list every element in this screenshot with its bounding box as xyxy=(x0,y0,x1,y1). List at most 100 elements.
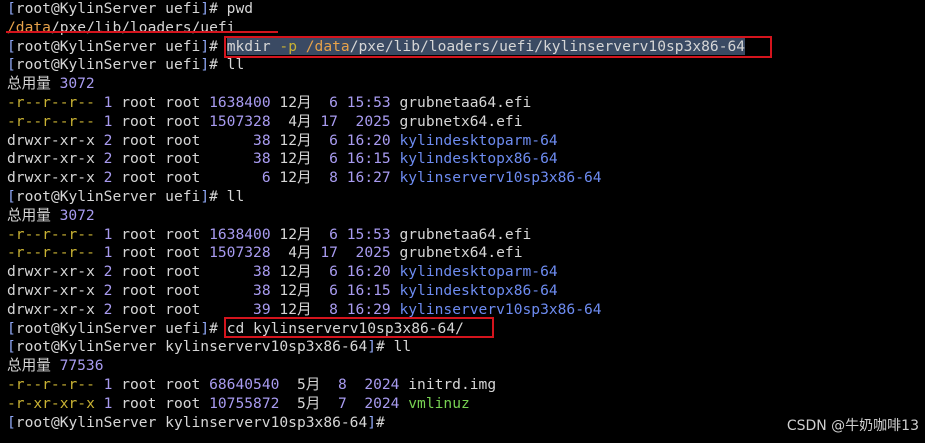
terminal-text-segment: 3072 xyxy=(59,206,95,224)
terminal-line: [root@KylinServer uefi]# ll xyxy=(7,188,745,207)
terminal-line: 总用量 3072 xyxy=(7,207,745,226)
terminal-text-segment: 6 xyxy=(329,93,338,111)
terminal-text-segment: 38 xyxy=(253,131,271,149)
terminal-text-segment: [ xyxy=(7,187,16,205)
cd-command-highlight xyxy=(224,317,494,338)
terminal-text-segment: root@KylinServer uefi xyxy=(15,187,201,205)
terminal-text-segment: grubnetx64.efi xyxy=(390,244,523,262)
terminal-line: drwxr-xr-x 2 root root 38 12月 6 16:15 ky… xyxy=(7,282,745,301)
terminal-text-segment: grubnetaa64.efi xyxy=(390,225,532,243)
terminal-text-segment: ] xyxy=(200,0,210,17)
terminal-line: [root@KylinServer kylinserverv10sp3x86-6… xyxy=(7,338,745,357)
terminal-text-segment: root root xyxy=(112,244,210,262)
terminal-line: [root@KylinServer uefi]# ll xyxy=(7,56,745,75)
terminal-text-segment: vmlinuz xyxy=(408,394,470,412)
terminal-text-segment: root root xyxy=(112,394,210,412)
terminal-text-segment: 5月 xyxy=(279,394,338,412)
terminal-text-segment: -r--r--r-- xyxy=(7,375,104,393)
terminal-text-segment: # ll xyxy=(209,187,245,205)
terminal-text-segment: 12月 xyxy=(270,169,330,187)
terminal-text-segment: 68640540 xyxy=(209,375,280,393)
terminal-text-segment: 4月 xyxy=(270,112,321,130)
terminal-window[interactable]: [root@KylinServer uefi]# pwd/data/pxe/li… xyxy=(0,0,925,443)
terminal-text-segment: /data xyxy=(7,18,51,36)
terminal-text-segment: 6 xyxy=(329,225,338,243)
terminal-text-segment: [ xyxy=(7,338,16,356)
terminal-output: [root@KylinServer uefi]# pwd/data/pxe/li… xyxy=(7,0,746,432)
terminal-text-segment: kylindesktopx86-64 xyxy=(399,150,558,168)
terminal-line: 总用量 77536 xyxy=(7,357,745,376)
terminal-line: drwxr-xr-x 2 root root 38 12月 6 16:20 ky… xyxy=(7,132,745,151)
terminal-text-segment: 4月 xyxy=(270,244,321,262)
mkdir-command-highlight xyxy=(224,36,772,58)
pwd-output-underline xyxy=(6,31,278,33)
terminal-text-segment: 16:27 xyxy=(346,169,391,187)
terminal-text-segment: 8 xyxy=(329,169,338,187)
terminal-line: -r--r--r-- 1 root root 1638400 12月 6 15:… xyxy=(7,226,745,245)
terminal-text-segment: ] xyxy=(200,319,210,337)
terminal-text-segment: 2024 xyxy=(364,394,400,412)
terminal-line: [root@KylinServer uefi]# pwd xyxy=(7,0,745,19)
terminal-text-segment: drwxr-xr-x xyxy=(7,131,104,149)
terminal-text-segment: ] xyxy=(367,338,377,356)
terminal-text-segment: 12月 xyxy=(270,281,330,299)
terminal-text-segment: root root xyxy=(112,112,210,130)
terminal-text-segment: 1638400 xyxy=(209,225,271,243)
terminal-text-segment: 总用量 xyxy=(7,206,60,224)
terminal-text-segment: 6 xyxy=(329,150,338,168)
terminal-text-segment: 15:53 xyxy=(346,93,391,111)
terminal-text-segment: ] xyxy=(200,56,210,74)
terminal-text-segment: 1507328 xyxy=(209,244,271,262)
terminal-text-segment: kylindesktoparm-64 xyxy=(399,263,558,281)
terminal-text-segment: initrd.img xyxy=(399,375,497,393)
terminal-text-segment: 总用量 xyxy=(7,75,60,93)
terminal-text-segment: 38 xyxy=(253,281,271,299)
terminal-text-segment: 39 xyxy=(253,300,271,318)
terminal-text-segment: ] xyxy=(200,37,210,55)
terminal-line: -r-xr-xr-x 1 root root 10755872 5月 7 202… xyxy=(7,395,745,414)
terminal-text-segment: [ xyxy=(7,56,16,74)
terminal-text-segment: 6 xyxy=(329,263,338,281)
terminal-text-segment: root root xyxy=(112,375,210,393)
terminal-text-segment: root@KylinServer uefi xyxy=(15,319,201,337)
terminal-text-segment: 6 xyxy=(329,131,338,149)
terminal-text-segment: 5月 xyxy=(279,375,338,393)
terminal-text-segment: kylinserverv10sp3x86-64 xyxy=(399,169,602,187)
terminal-text-segment: 12月 xyxy=(270,225,330,243)
terminal-text-segment: root root xyxy=(112,150,254,168)
terminal-text-segment: 6 xyxy=(329,281,338,299)
terminal-text-segment: 16:29 xyxy=(346,300,391,318)
terminal-text-segment: 12月 xyxy=(270,150,330,168)
terminal-text-segment: [ xyxy=(7,319,16,337)
terminal-line: -r--r--r-- 1 root root 1507328 4月 17 202… xyxy=(7,244,745,263)
terminal-text-segment: 8 xyxy=(329,300,338,318)
terminal-line: -r--r--r-- 1 root root 68640540 5月 8 202… xyxy=(7,376,745,395)
terminal-text-segment: 6 xyxy=(261,169,271,187)
terminal-text-segment: 1638400 xyxy=(209,93,271,111)
terminal-text-segment: 17 xyxy=(320,112,338,130)
terminal-text-segment: # pwd xyxy=(209,0,254,17)
terminal-text-segment: [ xyxy=(7,37,16,55)
terminal-line: drwxr-xr-x 2 root root 38 12月 6 16:20 ky… xyxy=(7,263,745,282)
terminal-text-segment: 16:15 xyxy=(346,150,391,168)
terminal-text-segment: root root xyxy=(112,169,262,187)
terminal-text-segment: root root xyxy=(112,225,210,243)
terminal-text-segment: -r--r--r-- xyxy=(7,112,104,130)
terminal-text-segment: root root xyxy=(112,300,254,318)
terminal-line: drwxr-xr-x 2 root root 6 12月 8 16:27 kyl… xyxy=(7,169,745,188)
terminal-text-segment: drwxr-xr-x xyxy=(7,169,104,187)
terminal-text-segment: root@KylinServer kylinserverv10sp3x86-64 xyxy=(15,338,368,356)
terminal-text-segment: [ xyxy=(7,0,16,17)
terminal-text-segment: kylinserverv10sp3x86-64 xyxy=(399,300,602,318)
terminal-line: /data/pxe/lib/loaders/uefi xyxy=(7,19,745,38)
terminal-text-segment: 总用量 xyxy=(7,357,60,375)
terminal-text-segment: 12月 xyxy=(270,131,330,149)
terminal-text-segment: 10755872 xyxy=(209,394,280,412)
